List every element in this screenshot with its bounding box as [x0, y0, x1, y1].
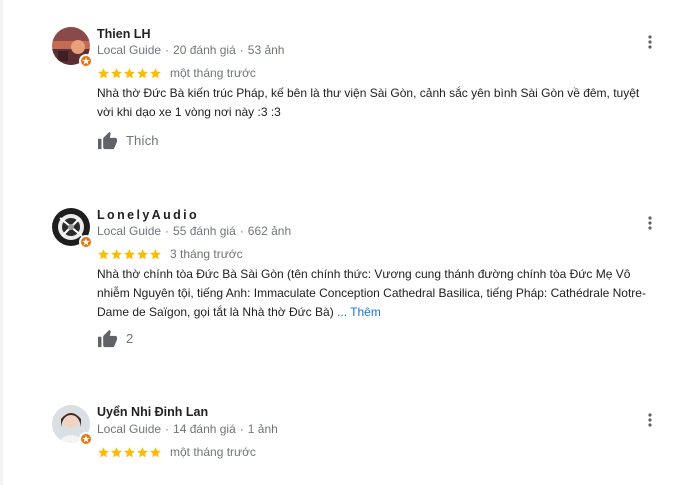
- star-icon: [137, 446, 148, 457]
- reviews-count: 20 đánh giá: [173, 43, 236, 57]
- thumbs-up-icon: [98, 131, 117, 150]
- rating-row: 3 tháng trước: [97, 247, 243, 261]
- rating-row: một tháng trước: [97, 66, 256, 80]
- more-vert-icon: [648, 216, 652, 230]
- local-guide-badge-icon: [79, 54, 93, 68]
- read-more-link[interactable]: ... Thêm: [337, 305, 381, 319]
- rating-row: một tháng trước: [97, 445, 256, 459]
- local-guide-label: Local Guide: [97, 224, 162, 238]
- local-guide-badge-icon: [79, 235, 93, 249]
- reviewer-name[interactable]: Uyển Nhi Đinh Lan: [97, 405, 208, 419]
- avatar[interactable]: [52, 405, 93, 446]
- reviewer-meta: Local Guide · 55 đánh giá · 662 ảnh: [97, 224, 292, 238]
- star-icon: [124, 248, 135, 259]
- reviewer-meta: Local Guide · 20 đánh giá · 53 ảnh: [97, 43, 285, 57]
- like-count: 2: [126, 331, 134, 346]
- star-icon: [150, 67, 161, 78]
- review-text-line: vời khi dạo xe 1 vòng nơi này :3 :3: [97, 105, 281, 119]
- local-guide-badge-icon: [79, 432, 93, 446]
- review-time: một tháng trước: [170, 66, 256, 80]
- avatar[interactable]: [52, 27, 93, 68]
- star-rating: [97, 446, 162, 459]
- star-icon: [137, 67, 148, 78]
- reviews-count: 55 đánh giá: [173, 224, 236, 238]
- review-text-line: nhiễm Nguyên tội, tiếng Anh: Immaculate …: [97, 286, 646, 300]
- star-rating: [97, 67, 162, 80]
- photos-count: 53 ảnh: [247, 43, 285, 57]
- more-vert-icon: [648, 413, 652, 427]
- review-text-line: Nhà thờ Đức Bà kiến trúc Pháp, kế bên là…: [97, 86, 640, 100]
- review-item: Thien LH Local Guide · 20 đánh giá · 53 ảnh …: [0, 0, 696, 170]
- star-icon: [124, 446, 135, 457]
- star-icon: [137, 248, 148, 259]
- photos-count: 1 ảnh: [247, 422, 278, 436]
- star-icon: [111, 248, 122, 259]
- star-icon: [98, 446, 109, 457]
- review-time: một tháng trước: [170, 445, 256, 459]
- star-icon: [111, 67, 122, 78]
- review-item: Uyển Nhi Đinh Lan Local Guide · 14 đánh gi…: [0, 390, 696, 485]
- more-vert-icon: [648, 35, 652, 49]
- more-options-button[interactable]: [640, 213, 660, 233]
- more-options-button[interactable]: [640, 410, 660, 430]
- star-icon: [111, 446, 122, 457]
- reviewer-name[interactable]: LonelyAudio: [97, 208, 199, 222]
- star-icon: [98, 67, 109, 78]
- reviews-count: 14 đánh giá: [173, 422, 236, 436]
- reviewer-meta: Local Guide · 14 đánh giá · 1 ảnh: [97, 422, 278, 436]
- like-label: Thích: [126, 133, 159, 148]
- review-text-line: Nhà thờ chính tòa Đức Bà Sài Gòn (tên ch…: [97, 267, 631, 281]
- review-text: Nhà thờ Đức Bà kiến trúc Pháp, kế bên là…: [97, 84, 677, 122]
- star-icon: [150, 446, 161, 457]
- thumbs-up-icon: [98, 329, 117, 348]
- star-icon: [150, 248, 161, 259]
- review-item: LonelyAudio Local Guide · 55 đánh giá · 662 …: [0, 195, 696, 365]
- photos-count: 662 ảnh: [247, 224, 292, 238]
- star-icon: [124, 67, 135, 78]
- review-text: Nhà thờ chính tòa Đức Bà Sài Gòn (tên ch…: [97, 265, 677, 322]
- like-button[interactable]: Thích: [97, 131, 159, 150]
- star-rating: [97, 248, 162, 261]
- avatar[interactable]: [52, 208, 93, 249]
- local-guide-label: Local Guide: [97, 43, 162, 57]
- star-icon: [98, 248, 109, 259]
- local-guide-label: Local Guide: [97, 422, 162, 436]
- reviewer-name[interactable]: Thien LH: [97, 27, 150, 41]
- review-time: 3 tháng trước: [170, 247, 243, 261]
- like-button[interactable]: 2: [97, 329, 133, 348]
- more-options-button[interactable]: [640, 32, 660, 52]
- review-text-line: Dame de Saïgon, gọi tắt là Nhà thờ Đức B…: [97, 305, 334, 319]
